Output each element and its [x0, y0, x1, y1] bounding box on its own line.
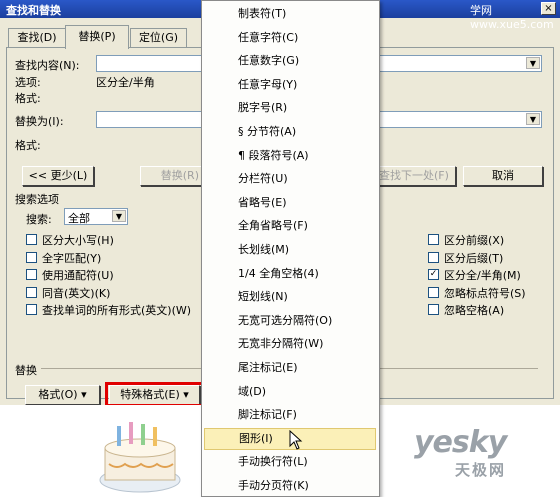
menu-item[interactable]: 制表符(T)	[204, 3, 376, 25]
options-label: 选项:	[15, 76, 41, 89]
menu-item[interactable]: 全角省略号(F)	[204, 215, 376, 237]
right-option-checkbox[interactable]	[428, 304, 439, 315]
left-option-checkbox[interactable]	[26, 286, 37, 298]
cake-illustration	[99, 422, 181, 493]
yesky-watermark-cn: 天极网	[455, 461, 507, 479]
menu-item[interactable]: 任意字符(C)	[204, 27, 376, 49]
right-option-checkbox-label: 区分前缀(X)	[444, 234, 505, 247]
left-option-checkbox-label: 全字匹配(Y)	[42, 251, 102, 265]
menu-item[interactable]: 脚注标记(F)	[204, 404, 376, 426]
yesky-watermark: yesky	[414, 425, 507, 460]
tab-find[interactable]: 查找(D)	[8, 28, 66, 48]
replace-button[interactable]: 替换(R)	[140, 166, 202, 186]
highlight-box	[105, 382, 204, 405]
right-option-checkbox[interactable]	[428, 286, 439, 298]
tab-goto[interactable]: 定位(G)	[130, 28, 187, 48]
menu-item[interactable]: 手动分页符(K)	[204, 475, 376, 497]
close-icon[interactable]: ×	[541, 2, 556, 15]
search-scope-label: 搜索:	[26, 213, 52, 226]
right-option-checkbox-label: 忽略标点符号(S)	[444, 286, 526, 300]
left-option-checkbox[interactable]	[26, 304, 37, 315]
dropdown-arrow-icon: ▾	[81, 388, 87, 401]
chevron-down-icon[interactable]: ▼	[112, 210, 126, 222]
right-option-checkbox[interactable]: ✓	[428, 269, 439, 280]
left-option-checkbox[interactable]	[26, 269, 37, 280]
right-option-checkbox-label: 忽略空格(A)	[444, 304, 505, 317]
replace-label: 替换为(I):	[15, 115, 64, 128]
right-option-checkbox[interactable]	[428, 234, 439, 245]
left-option-checkbox-label: 使用通配符(U)	[42, 269, 114, 282]
search-scope-value: 全部	[68, 212, 90, 225]
menu-item[interactable]: 无宽可选分隔符(O)	[204, 310, 376, 332]
find-format-label: 格式:	[15, 92, 41, 105]
menu-item[interactable]: 任意字母(Y)	[204, 74, 376, 96]
menu-item[interactable]: 尾注标记(E)	[204, 357, 376, 379]
menu-item[interactable]: 域(D)	[204, 381, 376, 403]
menu-item[interactable]: 短划线(N)	[204, 286, 376, 308]
less-button[interactable]: << 更少(L)	[22, 166, 94, 186]
mouse-cursor-icon	[289, 430, 303, 450]
menu-item[interactable]: ¶ 段落符号(A)	[204, 145, 376, 167]
menu-item[interactable]: 长划线(M)	[204, 239, 376, 261]
cancel-button[interactable]: 取消	[463, 166, 543, 186]
menu-item[interactable]: 分栏符(U)	[204, 168, 376, 190]
options-value: 区分全/半角	[96, 76, 155, 89]
search-options-heading: 搜索选项	[15, 193, 59, 206]
left-option-checkbox-label: 区分大小写(H)	[42, 234, 114, 247]
menu-item[interactable]: 任意数字(G)	[204, 50, 376, 72]
menu-item[interactable]: 省略号(E)	[204, 192, 376, 214]
replace-section-label: 替换	[15, 362, 41, 378]
menu-item[interactable]: 1/4 全角空格(4)	[204, 263, 376, 285]
special-format-menu: 制表符(T) 任意字符(C) 任意数字(G) 任意字母(Y) 脱字号(R) § 分节符(A…	[201, 0, 380, 497]
left-option-checkbox-label: 同音(英文)(K)	[42, 286, 111, 300]
right-option-checkbox[interactable]	[428, 251, 439, 263]
replace-format-label: 格式:	[15, 139, 41, 152]
menu-item[interactable]: 无宽非分隔符(W)	[204, 333, 376, 355]
window-title: 查找和替换	[6, 4, 61, 17]
find-next-button[interactable]: 查找下一处(F)	[378, 166, 456, 186]
tab-replace[interactable]: 替换(P)	[65, 25, 129, 49]
left-option-checkbox[interactable]	[26, 251, 37, 263]
chevron-down-icon[interactable]: ▼	[526, 113, 540, 125]
chevron-down-icon[interactable]: ▼	[526, 57, 540, 69]
right-option-checkbox-label: 区分全/半角(M)	[444, 269, 521, 282]
search-scope-select[interactable]: 全部 ▼	[64, 208, 128, 225]
menu-item[interactable]: 手动换行符(L)	[204, 451, 376, 473]
right-option-checkbox-label: 区分后缀(T)	[444, 251, 504, 265]
left-option-checkbox-label: 查找单词的所有形式(英文)(W)	[42, 304, 192, 317]
format-button[interactable]: 格式(O) ▾	[25, 385, 100, 405]
menu-item[interactable]: 脱字号(R)	[204, 97, 376, 119]
menu-item[interactable]: § 分节符(A)	[204, 121, 376, 143]
left-option-checkbox[interactable]	[26, 234, 37, 245]
find-label: 查找内容(N):	[15, 59, 80, 72]
format-button-label: 格式(O)	[38, 388, 78, 401]
